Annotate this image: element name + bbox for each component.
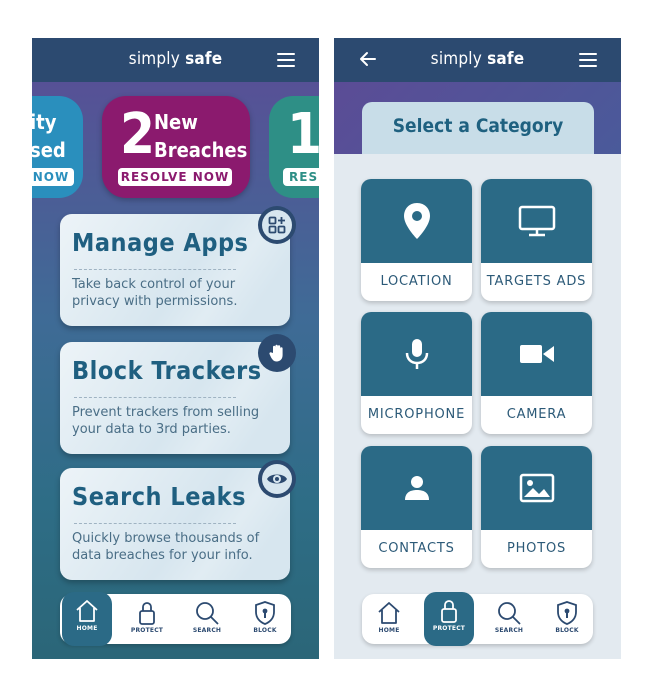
resolve-now-button[interactable]: RESOLVE NOW [118, 168, 232, 186]
category-label: LOCATION [380, 274, 453, 289]
brand-regular: simply [430, 49, 488, 69]
home-icon [76, 600, 98, 622]
shield-lock-icon [557, 601, 577, 625]
image-icon [519, 473, 554, 503]
nav-home[interactable]: HOME [62, 592, 112, 646]
nav-block[interactable]: BLOCK [542, 594, 592, 644]
padlock-icon [139, 602, 155, 625]
location-pin-icon [403, 203, 430, 239]
category-location[interactable]: LOCATION [361, 179, 472, 301]
hamburger-menu-icon[interactable] [579, 53, 597, 67]
category-label: CAMERA [506, 407, 567, 422]
top-bar: simply safe [334, 38, 621, 82]
padlock-icon [441, 600, 457, 623]
app-brand: simply safe [334, 49, 621, 69]
card-title: Block Trackers [72, 356, 262, 385]
category-screen: simply safe Select a Category LOCATION T… [334, 38, 621, 659]
card-title: Manage Apps [72, 228, 249, 257]
banner-right-partial[interactable]: 1 RES [269, 96, 319, 198]
category-microphone[interactable]: MICROPHONE [361, 312, 472, 434]
hand-stop-icon [269, 344, 283, 362]
apps-grid-icon [268, 216, 286, 234]
card-description: Take back control of your privacy with p… [72, 277, 238, 309]
card-divider [74, 269, 236, 270]
category-camera[interactable]: CAMERA [481, 312, 592, 434]
category-title-box: Select a Category [362, 102, 594, 154]
card-divider [74, 523, 236, 524]
nav-home-label: HOME [76, 625, 98, 632]
nav-protect-label: PROTECT [432, 625, 466, 632]
person-icon [404, 476, 429, 500]
card-badge [258, 334, 296, 372]
microphone-icon [405, 339, 428, 369]
block-trackers-card[interactable]: Block Trackers Prevent trackers from sel… [60, 334, 296, 454]
category-photos[interactable]: PHOTOS [481, 446, 592, 568]
category-label: TARGETS ADS [486, 274, 587, 289]
home-icon [378, 602, 400, 624]
category-targets-ads[interactable]: TARGETS ADS [481, 179, 592, 301]
nav-search-label: SEARCH [494, 627, 524, 634]
banner-new-breaches[interactable]: 2 New Breaches RESOLVE NOW [102, 96, 250, 198]
banner-left-line1: ity [32, 110, 57, 134]
bottom-navigation: HOME PROTECT SEARCH BLOCK [60, 592, 291, 646]
nav-protect[interactable]: PROTECT [122, 594, 172, 644]
app-brand: simply safe [32, 49, 319, 69]
card-description: Prevent trackers from selling your data … [72, 405, 260, 437]
brand-bold: safe [185, 49, 223, 69]
nav-block-label: BLOCK [555, 627, 579, 634]
banner-left-button[interactable]: NOW [32, 168, 74, 186]
card-divider [74, 397, 236, 398]
video-camera-icon [519, 345, 554, 363]
monitor-icon [518, 205, 555, 237]
nav-protect-label: PROTECT [130, 627, 164, 634]
nav-home[interactable]: HOME [364, 594, 414, 644]
card-badge [258, 206, 296, 244]
category-label: CONTACTS [378, 541, 455, 556]
breach-line2: Breaches [154, 138, 248, 162]
nav-search[interactable]: SEARCH [182, 594, 232, 644]
category-contacts[interactable]: CONTACTS [361, 446, 472, 568]
card-badge [258, 460, 296, 498]
banner-left-line2: sed [32, 138, 66, 162]
top-bar: simply safe [32, 38, 319, 82]
shield-lock-icon [255, 601, 275, 625]
category-label: MICROPHONE [367, 407, 466, 422]
nav-protect[interactable]: PROTECT [424, 592, 474, 646]
nav-home-label: HOME [378, 627, 400, 634]
manage-apps-card[interactable]: Manage Apps Take back control of your pr… [60, 206, 296, 326]
nav-search-label: SEARCH [192, 627, 222, 634]
banner-right-number: 1 [287, 102, 319, 167]
nav-search[interactable]: SEARCH [484, 594, 534, 644]
page-title: Select a Category [392, 115, 564, 137]
home-screen: simply safe ity sed NOW 2 New Breaches R… [32, 38, 319, 659]
magnifier-icon [196, 602, 219, 625]
banner-identity-exposed[interactable]: ity sed NOW [32, 96, 83, 198]
banner-right-button[interactable]: RES [283, 168, 319, 186]
breach-count: 2 [120, 102, 156, 167]
brand-regular: simply [128, 49, 186, 69]
nav-block-label: BLOCK [253, 627, 277, 634]
search-leaks-card[interactable]: Search Leaks Quickly browse thousands of… [60, 460, 296, 580]
magnifier-icon [498, 602, 521, 625]
breach-line1: New [154, 110, 198, 134]
bottom-navigation: HOME PROTECT SEARCH BLOCK [362, 592, 593, 646]
nav-block[interactable]: BLOCK [240, 594, 290, 644]
card-title: Search Leaks [72, 482, 247, 511]
eye-icon [267, 474, 287, 484]
category-label: PHOTOS [506, 541, 567, 556]
brand-bold: safe [487, 49, 525, 69]
card-description: Quickly browse thousands of data breache… [72, 531, 260, 563]
hamburger-menu-icon[interactable] [277, 53, 295, 67]
